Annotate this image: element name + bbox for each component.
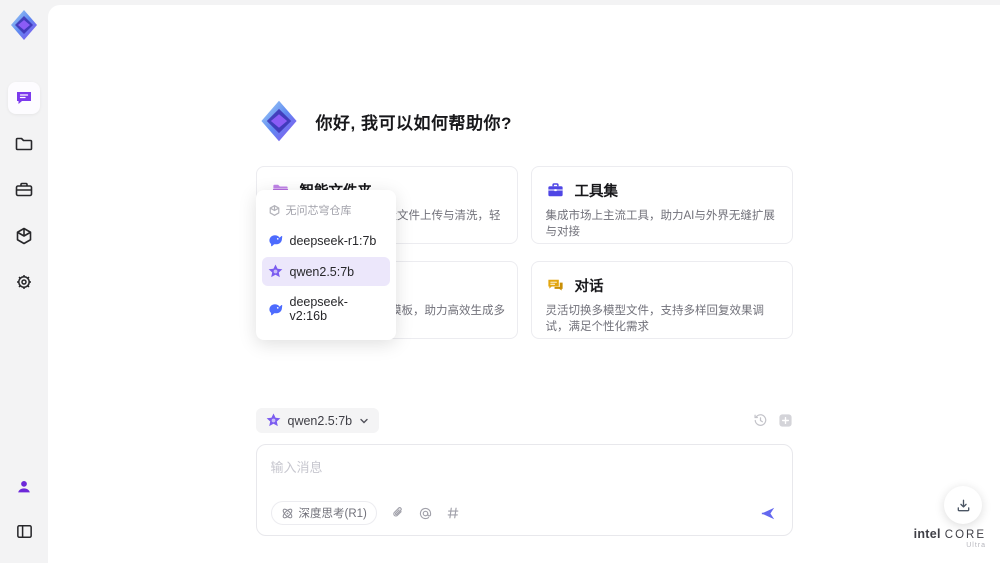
app-logo-icon (7, 8, 41, 42)
card-desc: 灵活切换多模型文件，支持多样回复效果调试，满足个性化需求 (545, 305, 765, 333)
model-option-label: deepseek-v2:16b (289, 295, 348, 323)
download-icon (955, 497, 972, 514)
panel-layout-icon (15, 522, 34, 541)
deepseek-icon (268, 302, 283, 317)
deep-think-toggle[interactable]: 深度思考(R1) (270, 501, 377, 525)
model-dropdown-header: 无问芯穹仓库 (262, 198, 390, 226)
model-option-label: qwen2.5:7b (289, 264, 355, 279)
model-option-label: deepseek-r1:7b (289, 233, 377, 248)
folder-icon (14, 134, 34, 154)
greeting-header: 你好, 我可以如何帮助你? (256, 98, 793, 144)
deepseek-icon (268, 233, 283, 248)
message-input[interactable] (270, 457, 778, 501)
chat-bubbles-yellow-icon (546, 276, 565, 295)
sidebar-item-toolset[interactable] (8, 174, 40, 206)
briefcase-blue-icon (546, 181, 565, 200)
intel-logo-text: intel (913, 527, 941, 541)
sidebar-item-collapse[interactable] (8, 515, 40, 547)
qwen-icon (266, 413, 281, 428)
model-option-deepseek-r1[interactable]: deepseek-r1:7b (262, 226, 390, 255)
model-option-qwen[interactable]: qwen2.5:7b (261, 257, 390, 286)
model-option-deepseek-v2[interactable]: deepseek-v2:16b (262, 288, 390, 330)
card-desc: 集成市场上主流工具，助力AI与外界无缝扩展与对接 (545, 210, 775, 238)
repository-icon (268, 204, 281, 217)
chat-toolbar: qwen2.5:7b (255, 408, 793, 433)
model-dropdown: 无问芯穹仓库 deepseek-r1:7b qwen2.5:7b deepsee… (255, 190, 396, 340)
main-panel: 你好, 我可以如何帮助你? 智能文件夹 智能文件夹功能支持批量文件上传与清洗，轻… (48, 5, 1000, 563)
sidebar-item-account[interactable] (8, 471, 40, 503)
card-title: 对话 (574, 279, 604, 295)
chevron-down-icon (359, 416, 369, 426)
card-dialog[interactable]: 对话 灵活切换多模型文件，支持多样回复效果调试，满足个性化需求 (530, 261, 793, 339)
message-composer: 深度思考(R1) (255, 444, 793, 536)
sidebar-item-folders[interactable] (8, 128, 40, 160)
cube-icon (14, 226, 34, 246)
deep-think-label: 深度思考(R1) (298, 508, 367, 520)
new-chat-icon[interactable] (778, 413, 793, 428)
mention-icon[interactable] (418, 506, 433, 521)
intel-core-badge: intel core Ultra (913, 527, 986, 549)
user-icon (15, 478, 33, 496)
app-logo-icon (256, 98, 302, 144)
qwen-icon (268, 264, 283, 279)
model-selector-value: qwen2.5:7b (287, 413, 353, 428)
briefcase-icon (14, 180, 34, 200)
sidebar-item-app-market[interactable] (8, 220, 40, 252)
greeting-text: 你好, 我可以如何帮助你? (315, 113, 512, 133)
intel-ultra-text: Ultra (966, 542, 986, 549)
history-icon[interactable] (753, 413, 768, 428)
atom-icon (281, 507, 294, 520)
prompt-grid-icon[interactable] (446, 506, 460, 520)
gear-icon (14, 272, 34, 292)
sidebar (0, 0, 48, 557)
model-selector[interactable]: qwen2.5:7b (255, 408, 380, 433)
send-icon[interactable] (759, 504, 778, 523)
sidebar-item-settings[interactable] (8, 266, 40, 298)
attachment-icon[interactable] (391, 506, 405, 520)
model-dropdown-header-label: 无问芯穹仓库 (285, 205, 352, 217)
card-toolset[interactable]: 工具集 集成市场上主流工具，助力AI与外界无缝扩展与对接 (530, 166, 793, 244)
card-title: 工具集 (574, 184, 619, 200)
chat-bubble-icon (14, 88, 34, 108)
sidebar-item-chat[interactable] (8, 82, 40, 114)
download-fab[interactable] (944, 486, 982, 524)
